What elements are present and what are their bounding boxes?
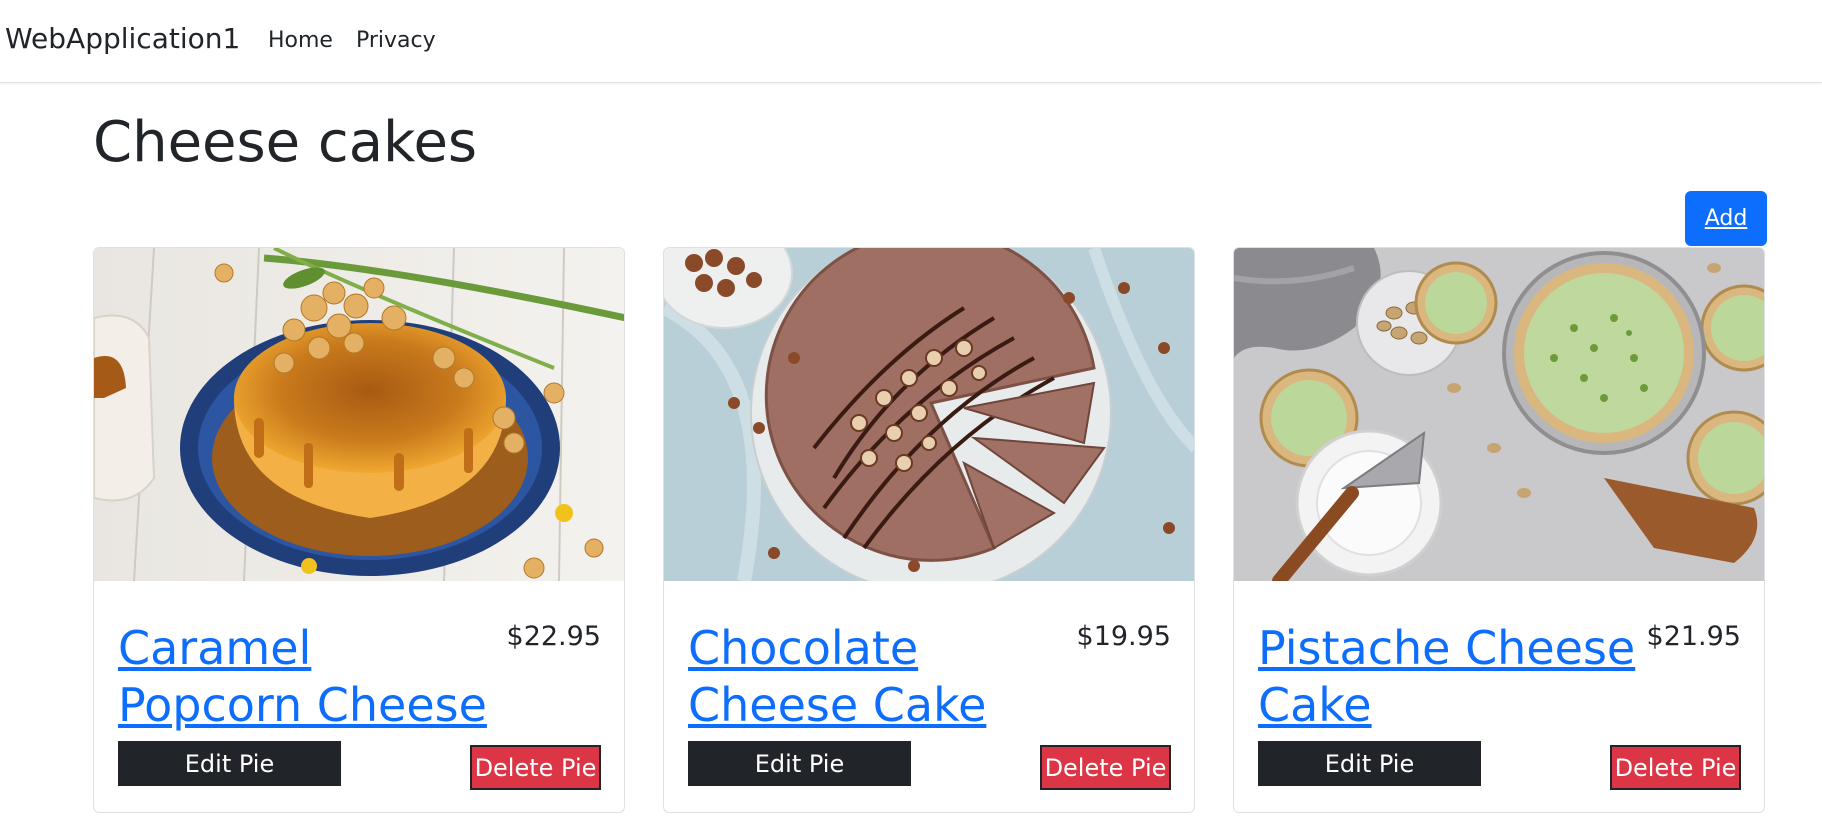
edit-pie-button[interactable]: Edit Pie: [688, 741, 911, 786]
nav-privacy-link[interactable]: Privacy: [356, 28, 436, 53]
caramel-popcorn-cheesecake-image: [94, 248, 624, 581]
brand-link[interactable]: WebApplication1: [5, 22, 240, 55]
delete-pie-button[interactable]: Delete Pie: [1610, 745, 1741, 790]
pistachio-cheesecake-image: [1234, 248, 1764, 581]
cake-card: Pistache Cheese Cake $21.95 Edit Pie Del…: [1233, 247, 1765, 813]
page-title: Cheese cakes: [93, 110, 478, 175]
edit-pie-button[interactable]: Edit Pie: [118, 741, 341, 786]
delete-pie-button[interactable]: Delete Pie: [470, 745, 601, 790]
add-button[interactable]: Add: [1685, 191, 1767, 246]
cake-card: Caramel Popcorn Cheese Cake $22.95 Edit …: [93, 247, 625, 813]
navbar: WebApplication1 Home Privacy: [0, 0, 1822, 83]
edit-pie-button[interactable]: Edit Pie: [1258, 741, 1481, 786]
cake-title-link[interactable]: Chocolate Cheese Cake: [688, 620, 1078, 734]
cake-price: $19.95: [1076, 621, 1171, 652]
chocolate-cheesecake-image: [664, 248, 1194, 581]
nav-home-link[interactable]: Home: [268, 28, 333, 53]
cake-title-link[interactable]: Pistache Cheese Cake: [1258, 620, 1648, 734]
cake-price: $21.95: [1646, 621, 1741, 652]
delete-pie-button[interactable]: Delete Pie: [1040, 745, 1171, 790]
cake-price: $22.95: [506, 621, 601, 652]
cake-card: Chocolate Cheese Cake $19.95 Edit Pie De…: [663, 247, 1195, 813]
